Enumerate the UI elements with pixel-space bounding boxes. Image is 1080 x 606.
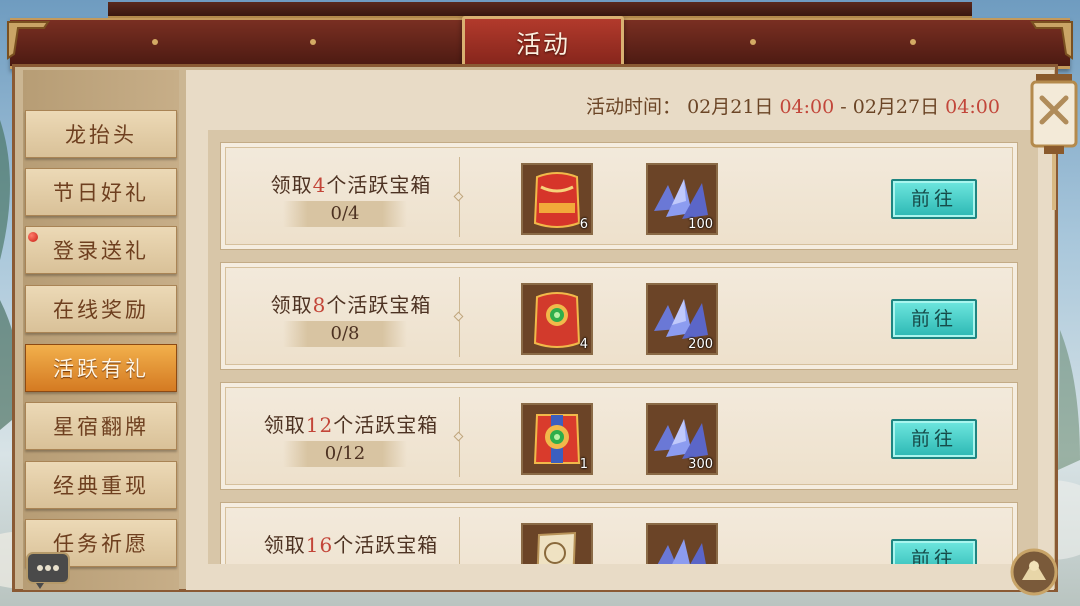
reward-item[interactable]: 6 (521, 163, 593, 235)
go-button[interactable]: 前往 (891, 539, 977, 564)
sidebar[interactable]: 龙抬头 节日好礼 登录送礼 在线奖励 活跃有礼 星宿翻牌 经典重现 任务祈愿 (23, 70, 179, 590)
task-description: 领取4个活跃宝箱 (241, 169, 461, 198)
task-suffix: 个活跃宝箱 (326, 293, 432, 317)
task-count: 8 (312, 293, 327, 317)
reward-quantity: 200 (688, 337, 713, 352)
top-frame: 活动 (0, 0, 1080, 76)
go-button[interactable]: 前往 (891, 179, 977, 219)
sidebar-tab-label: 在线奖励 (53, 298, 149, 322)
sidebar-tab-label: 登录送礼 (53, 239, 149, 263)
task-count: 4 (312, 173, 327, 197)
reward-quantity: 100 (688, 217, 713, 232)
task-description: 领取12个活跃宝箱 (241, 409, 461, 438)
blue-crystal-icon (648, 525, 716, 564)
sidebar-tab-label: 龙抬头 (65, 123, 137, 147)
divider-ornament (453, 191, 464, 202)
sidebar-tab-login-gift[interactable]: 登录送礼 (25, 226, 177, 274)
task-prefix: 领取 (263, 533, 306, 557)
go-button[interactable]: 前往 (891, 299, 977, 339)
task-row: 领取8个活跃宝箱 0/8 4 200 前往 (220, 262, 1018, 370)
task-suffix: 个活跃宝箱 (333, 533, 439, 557)
task-description: 领取8个活跃宝箱 (241, 289, 461, 318)
divider (459, 517, 460, 564)
sidebar-tab-online-reward[interactable]: 在线奖励 (25, 285, 177, 333)
task-count: 12 (305, 413, 334, 437)
event-end-time: 04:00 (945, 96, 1000, 118)
left-corner-ornament-icon (7, 21, 50, 60)
reward-item[interactable]: 200 (646, 283, 718, 355)
reward-item[interactable]: 300 (646, 403, 718, 475)
reward-quantity: 4 (579, 337, 588, 352)
chat-button[interactable] (26, 552, 70, 590)
sidebar-tab-longtaitou[interactable]: 龙抬头 (25, 110, 177, 158)
divider-ornament (453, 431, 464, 442)
task-prefix: 领取 (270, 173, 313, 197)
reward-item[interactable] (646, 523, 718, 564)
task-progress: 0/4 (283, 201, 407, 227)
task-row: 领取4个活跃宝箱 0/4 6 100 前往 (220, 142, 1018, 250)
notification-dot (28, 232, 38, 242)
sidebar-tab-label: 经典重现 (53, 474, 149, 498)
scroll-icon (523, 525, 591, 564)
sidebar-tab-label: 活跃有礼 (53, 357, 149, 381)
event-time-label: 活动时间： (586, 96, 682, 118)
task-suffix: 个活跃宝箱 (333, 413, 439, 437)
task-description: 领取16个活跃宝箱 (241, 529, 461, 558)
menu-fan-button[interactable] (1010, 548, 1058, 596)
reward-quantity: 300 (688, 457, 713, 472)
event-time-separator: - (840, 96, 847, 118)
task-list[interactable]: 领取4个活跃宝箱 0/4 6 100 前往 领取8个活跃宝箱 0/8 4 200… (208, 130, 1038, 564)
sidebar-tab-classic-return[interactable]: 经典重现 (25, 461, 177, 509)
close-button[interactable] (1030, 74, 1078, 214)
task-prefix: 领取 (270, 293, 313, 317)
reward-item[interactable]: 1 (521, 403, 593, 475)
event-start-date: 02月21日 (687, 96, 774, 118)
reward-item[interactable]: 4 (521, 283, 593, 355)
sidebar-tab-festival-gift[interactable]: 节日好礼 (25, 168, 177, 216)
reward-item[interactable] (521, 523, 593, 564)
task-count: 16 (305, 533, 334, 557)
divider-ornament (453, 311, 464, 322)
go-button[interactable]: 前往 (891, 419, 977, 459)
reward-quantity: 1 (579, 457, 588, 472)
task-row: 领取12个活跃宝箱 0/12 1 300 前往 (220, 382, 1018, 490)
sidebar-tab-label: 节日好礼 (53, 181, 149, 205)
task-row: 领取16个活跃宝箱 前往 (220, 502, 1018, 564)
sidebar-tab-star-flip[interactable]: 星宿翻牌 (25, 402, 177, 450)
task-suffix: 个活跃宝箱 (326, 173, 432, 197)
task-progress: 0/8 (283, 321, 407, 347)
event-end-date: 02月27日 (852, 96, 940, 118)
right-corner-ornament-icon (1030, 21, 1073, 60)
task-progress: 0/12 (283, 441, 407, 467)
reward-quantity: 6 (579, 217, 588, 232)
task-prefix: 领取 (263, 413, 306, 437)
sidebar-tab-activity-gift[interactable]: 活跃有礼 (25, 344, 177, 392)
event-start-time: 04:00 (779, 96, 835, 118)
event-time: 活动时间： 02月21日 04:00 - 02月27日 04:00 (586, 94, 1000, 120)
sidebar-tab-label: 星宿翻牌 (53, 415, 149, 439)
reward-item[interactable]: 100 (646, 163, 718, 235)
